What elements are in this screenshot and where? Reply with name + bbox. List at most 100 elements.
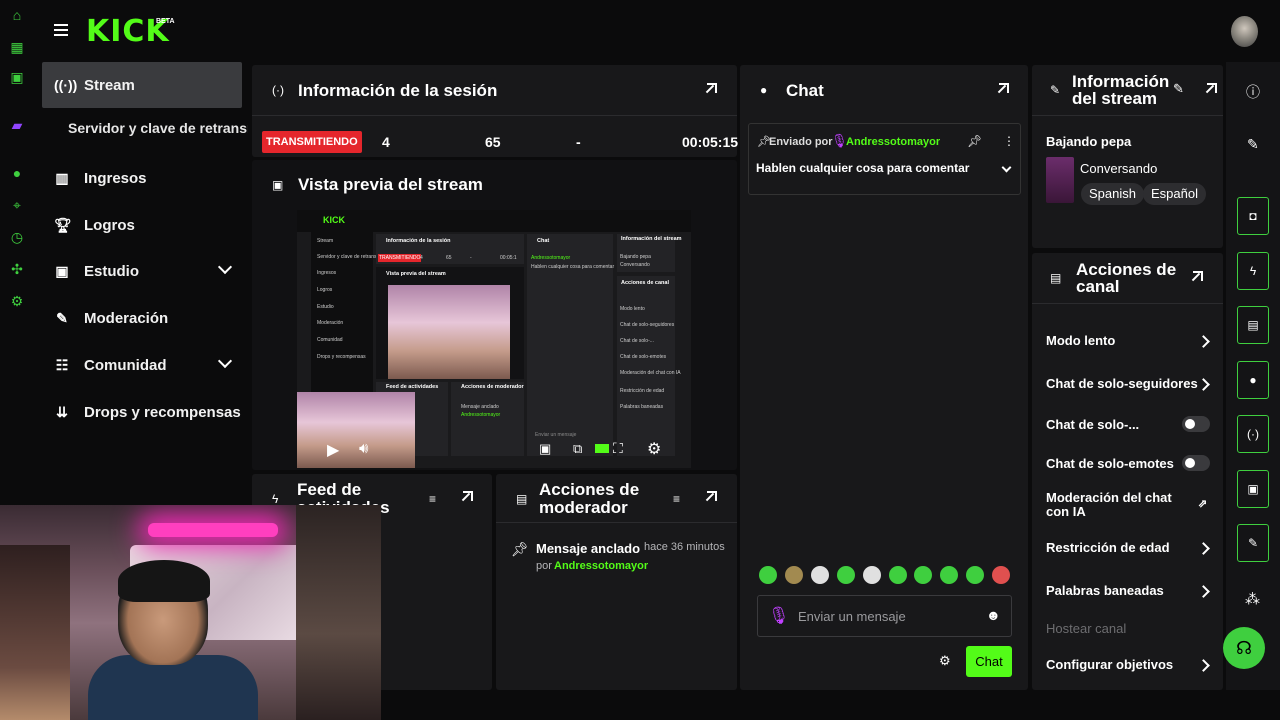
preview-action: Modo lento [620, 306, 645, 312]
action-slow-mode[interactable]: Modo lento [1046, 333, 1210, 348]
sidebar-item-estudio[interactable]: ▣ Estudio [42, 248, 242, 294]
moderation-m-icon[interactable]: ▣ [8, 68, 26, 86]
chevron-down-icon[interactable] [1001, 162, 1012, 173]
dashboard-icon[interactable]: ⌂ [8, 6, 26, 24]
sidebar-item-moderacion[interactable]: ✎ Moderación [42, 295, 242, 341]
settings-icon[interactable]: ⚙ [8, 292, 26, 310]
emote-icon[interactable] [811, 566, 829, 584]
spotify-icon[interactable]: ● [8, 164, 26, 182]
emote-icon[interactable] [889, 566, 907, 584]
clock-icon[interactable]: ◷ [8, 228, 26, 246]
chat-input[interactable]: 🎙︎ Enviar un mensaje ☻ [757, 595, 1012, 637]
preview-info-title: Información del stream [621, 236, 682, 242]
action-configure-goals[interactable]: Configurar objetivos [1046, 657, 1210, 672]
panel-title: Información de la sesión [298, 81, 498, 100]
subs-only-toggle[interactable] [1182, 416, 1210, 432]
sidebar-subitem-server-key[interactable]: Servidor y clave de retransmisión [68, 120, 248, 136]
fullscreen-icon[interactable]: ⛶ [613, 440, 623, 457]
external-link-icon: ⇗ [1198, 498, 1208, 510]
emoji-picker-icon[interactable]: ☻ [986, 607, 1001, 623]
emote-icon[interactable] [992, 566, 1010, 584]
chat-settings-icon[interactable]: ⚙ [939, 653, 951, 669]
edit-icon[interactable]: ✎ [1173, 81, 1184, 97]
category-thumbnail[interactable] [1046, 157, 1074, 203]
wrench-icon[interactable]: ✎ [1237, 524, 1269, 562]
expand-icon[interactable] [703, 491, 717, 505]
chevron-down-icon[interactable] [217, 259, 233, 275]
webcam-wall [0, 545, 70, 720]
preview-stat: 65 [446, 255, 452, 261]
theater-icon[interactable] [595, 444, 609, 453]
sidebar-item-drops[interactable]: ⇊ Drops y recompensas [42, 389, 242, 435]
mod-event-label: Mensaje anclado [536, 541, 641, 556]
mod-event-user[interactable]: Andressotomayor [554, 560, 648, 572]
mod-event-time: hace 36 minutos [644, 541, 725, 553]
action-label: Chat de solo-seguidores [1046, 376, 1198, 391]
expand-icon[interactable] [1203, 83, 1217, 97]
action-host-channel: Hostear canal [1046, 621, 1127, 636]
preview-action: Chat de solo-seguidores [620, 322, 675, 328]
emote-icon[interactable] [837, 566, 855, 584]
menu-icon[interactable] [54, 24, 68, 36]
expand-icon[interactable] [459, 491, 473, 505]
expand-icon[interactable] [1189, 271, 1203, 285]
pip-icon[interactable]: ⧉ [573, 441, 582, 457]
stream-tag[interactable]: Spanish [1081, 183, 1144, 205]
chat-bubble-icon[interactable]: ● [1237, 361, 1269, 399]
filter-icon[interactable]: ≡ [429, 492, 436, 506]
action-banned-words[interactable]: Palabras baneadas [1046, 583, 1210, 598]
preview-stat: 00:05:1 [500, 255, 517, 261]
stream-category[interactable]: Conversando [1080, 161, 1157, 176]
emote-icon[interactable] [914, 566, 932, 584]
sidebar-item-label: Drops y recompensas [84, 403, 241, 421]
lightning-icon[interactable]: ϟ [1237, 252, 1269, 290]
emote-icon[interactable] [966, 566, 984, 584]
emote-icon[interactable] [863, 566, 881, 584]
followers-count: 65 [485, 134, 501, 150]
help-icon[interactable]: ☊ [1223, 627, 1265, 669]
expand-icon[interactable] [703, 83, 717, 97]
pinned-user[interactable]: Andressotomayor [846, 136, 940, 148]
filter-icon[interactable]: ≡ [673, 492, 680, 506]
dots-icon[interactable]: ⁂ [1245, 590, 1260, 608]
settings-icon[interactable]: ⚙ [647, 439, 661, 459]
action-ai-moderation[interactable]: Moderación del chat con IA ⇗ [1046, 491, 1210, 519]
action-followers-only[interactable]: Chat de solo-seguidores [1046, 376, 1210, 391]
puzzle-icon[interactable]: ✣ [8, 260, 26, 278]
edit-icon[interactable]: ✎ [1247, 136, 1259, 153]
avatar[interactable] [1231, 16, 1258, 47]
sidebar-item-stream[interactable]: ((·)) Stream [42, 62, 242, 108]
clip-icon[interactable]: ▣ [539, 441, 551, 457]
stripe-icon[interactable]: ▦ [8, 38, 26, 56]
trophy-icon[interactable]: ⌖ [8, 196, 26, 214]
preview-action: Moderación del chat con IA [620, 370, 681, 376]
emotes-only-toggle[interactable] [1182, 455, 1210, 471]
preview-feed-title: Feed de actividades [386, 384, 439, 390]
panel-title: Vista previa del stream [298, 175, 483, 194]
info-icon[interactable]: ⓘ [1246, 82, 1260, 102]
preview-chat-title: Chat [537, 238, 550, 244]
sidebar-item-comunidad[interactable]: ☷ Comunidad [42, 342, 242, 388]
emote-icon[interactable] [759, 566, 777, 584]
unpin-icon[interactable]: 📌︎ [967, 134, 982, 148]
broadcast-icon[interactable]: (·) [1237, 415, 1269, 453]
stream-tag[interactable]: Español [1143, 183, 1206, 205]
expand-icon[interactable] [995, 83, 1009, 97]
webcam-person-hair [118, 560, 210, 602]
volume-icon[interactable]: 🔊︎ [359, 440, 368, 457]
chevron-down-icon[interactable] [217, 353, 233, 369]
play-icon[interactable]: ▶ [327, 440, 339, 460]
more-icon[interactable]: ⋮ [1003, 134, 1015, 148]
chevron-right-icon [1197, 659, 1210, 672]
video-icon[interactable]: ▣ [1237, 470, 1269, 508]
camera-icon[interactable]: ◘ [1237, 197, 1269, 235]
emote-icon[interactable] [940, 566, 958, 584]
twitch-icon[interactable]: ▰ [8, 116, 26, 134]
emote-icon[interactable] [785, 566, 803, 584]
stream-preview-video[interactable]: KICK Stream Servidor y clave de retrans … [297, 210, 691, 468]
action-age-restriction[interactable]: Restricción de edad [1046, 540, 1210, 555]
sidebar-item-ingresos[interactable]: ▥ Ingresos [42, 155, 242, 201]
document-icon[interactable]: ▤ [1237, 306, 1269, 344]
chat-send-button[interactable]: Chat [966, 646, 1012, 677]
sidebar-item-logros[interactable]: 🏆︎ Logros [42, 202, 242, 248]
